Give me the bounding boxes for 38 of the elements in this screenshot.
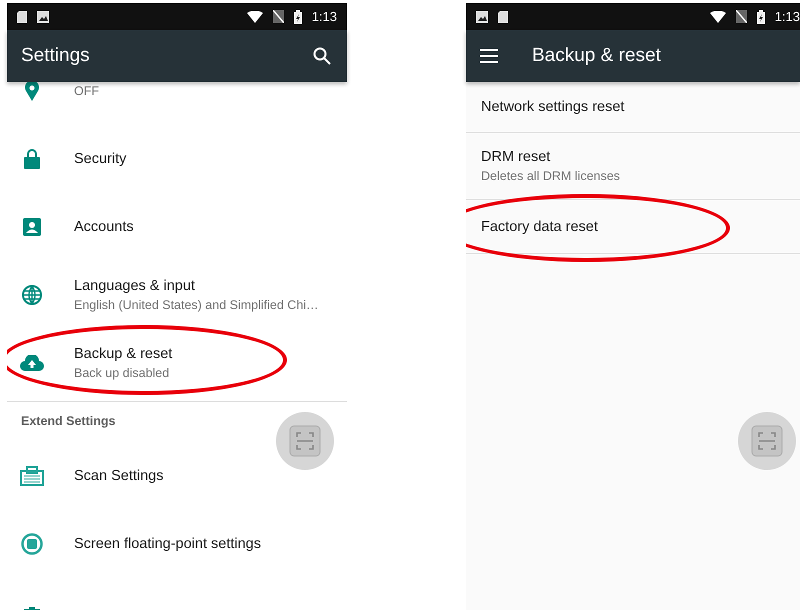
search-icon[interactable]: [313, 47, 331, 65]
wifi-icon: [710, 10, 726, 22]
settings-item-title[interactable]: Accounts: [74, 219, 134, 235]
lock-icon: [24, 149, 40, 169]
screen-title: Backup & reset: [532, 45, 661, 67]
globe-icon: [22, 285, 42, 305]
scan-frame-icon: [751, 425, 783, 457]
menu-icon[interactable]: [480, 49, 498, 63]
settings-item-subtitle: Back up disabled: [74, 366, 170, 380]
scan-frame-icon: [289, 425, 321, 457]
no-sim-icon: [736, 10, 747, 23]
wifi-icon: [246, 10, 263, 22]
status-time: 1:13: [774, 9, 800, 24]
reset-option-subtitle: Deletes all DRM licenses: [481, 169, 621, 183]
image-icon: [37, 10, 49, 22]
settings-item-title[interactable]: Screen floating-point settings: [74, 536, 261, 552]
no-sim-icon: [272, 10, 284, 23]
screen-title: Settings: [21, 45, 90, 67]
battery-icon: [294, 10, 302, 24]
cloud-upload-icon: [20, 355, 44, 371]
sim-card-icon: [498, 10, 508, 22]
reset-option-title[interactable]: DRM reset: [481, 149, 800, 165]
sim-card-icon: [17, 10, 27, 22]
person-icon: [23, 218, 41, 236]
settings-item-title[interactable]: Backup & reset: [74, 346, 172, 362]
status-time: 1:13: [312, 9, 337, 24]
section-header: Extend Settings: [21, 414, 116, 428]
battery-icon: [756, 10, 765, 24]
settings-item-title[interactable]: Security: [74, 151, 126, 167]
image-icon: [476, 10, 488, 22]
reset-option-title[interactable]: Network settings reset: [481, 99, 800, 115]
settings-item-subtitle: English (United States) and Simplified Chi…: [74, 298, 319, 312]
circle-icon: [21, 533, 43, 555]
scanner-icon: [20, 466, 44, 486]
reset-option-title[interactable]: Factory data reset: [481, 218, 800, 234]
settings-item-subtitle: OFF: [74, 84, 99, 98]
settings-item-title[interactable]: Scan Settings: [74, 468, 164, 484]
settings-item-title[interactable]: Languages & input: [74, 278, 319, 294]
